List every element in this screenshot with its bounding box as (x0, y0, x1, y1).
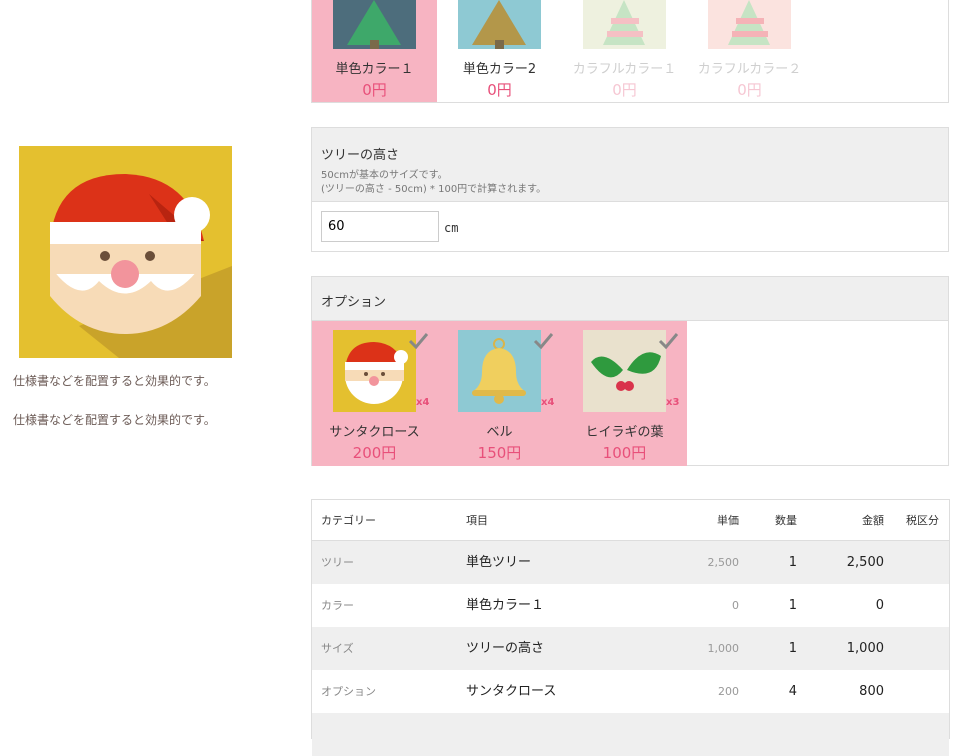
cell-category: カラー (321, 599, 354, 612)
options-section: オプション x4 サンタクロース 200円 x4 ベル 150円 x3 ヒイラギ… (311, 276, 949, 466)
tree-icon (583, 0, 666, 49)
cell-category: サイズ (321, 642, 354, 655)
check-icon (533, 333, 553, 350)
tree-height-desc-line: 50cmが基本のサイズです。 (321, 170, 448, 181)
color-option-label: 単色カラー１ (335, 62, 414, 77)
holly-icon (583, 330, 666, 412)
tree-height-input[interactable] (321, 211, 439, 242)
cell-item: サンタクロース (466, 684, 557, 699)
option-quantity: x3 (666, 397, 680, 408)
tree-height-header: ツリーの高さ 50cmが基本のサイズです。 (ツリーの高さ - 50cm) * … (312, 128, 948, 202)
cell-unit-price: 0 (732, 599, 739, 612)
cell-unit-price: 2,500 (707, 556, 740, 569)
option-price: 150円 (477, 444, 522, 462)
tree-icon (333, 0, 416, 49)
table-header-row: カテゴリー 項目 単価 数量 金額 税区分 (312, 500, 949, 541)
column-header-quantity: 数量 (775, 514, 797, 527)
cell-quantity: 1 (788, 598, 797, 613)
option-label: ヒイラギの葉 (585, 425, 664, 440)
cell-item: 単色ツリー (466, 555, 532, 570)
table-row: ツリー 単色ツリー 2,500 1 2,500 (312, 541, 949, 584)
cell-amount: 1,000 (846, 641, 884, 656)
tree-height-section: ツリーの高さ 50cmが基本のサイズです。 (ツリーの高さ - 50cm) * … (311, 127, 949, 252)
column-header-unit-price: 単価 (717, 514, 739, 527)
table-row: カラー 単色カラー１ 0 1 0 (312, 584, 949, 627)
santa-icon (333, 330, 416, 412)
color-option-colorful-1[interactable]: カラフルカラー１ 0円 (562, 0, 687, 102)
table-row: サイズ ツリーの高さ 1,000 1 1,000 (312, 627, 949, 670)
option-label: ベル (486, 425, 513, 440)
cell-item: 単色カラー１ (466, 598, 545, 613)
tree-height-desc-line: (ツリーの高さ - 50cm) * 100円で計算されます。 (321, 184, 547, 195)
color-option-solid-2[interactable]: 単色カラー2 0円 (437, 0, 562, 102)
tree-height-title: ツリーの高さ (321, 148, 400, 163)
check-icon (408, 333, 428, 350)
color-option-price: 0円 (612, 81, 637, 99)
tree-icon (708, 0, 791, 49)
cell-unit-price: 200 (718, 685, 739, 698)
option-santa[interactable]: x4 サンタクロース 200円 (312, 321, 437, 466)
column-header-amount: 金額 (862, 514, 884, 527)
option-label: サンタクロース (329, 425, 420, 440)
cell-quantity: 4 (788, 684, 797, 699)
color-option-price: 0円 (362, 81, 387, 99)
cell-item: ツリーの高さ (466, 641, 545, 656)
estimate-table: カテゴリー 項目 単価 数量 金額 税区分 ツリー 単色ツリー 2,500 1 … (311, 499, 950, 756)
cell-amount: 2,500 (846, 555, 884, 570)
cell-unit-price: 1,000 (707, 642, 740, 655)
color-option-price: 0円 (487, 81, 512, 99)
color-option-label: 単色カラー2 (462, 62, 537, 77)
option-bell[interactable]: x4 ベル 150円 (437, 321, 562, 466)
color-option-label: カラフルカラー１ (572, 62, 677, 77)
product-image-santa (19, 146, 232, 358)
cell-category: ツリー (321, 556, 354, 569)
color-option-label: カラフルカラー２ (697, 62, 802, 77)
cell-amount: 0 (875, 598, 884, 613)
option-price: 100円 (602, 444, 647, 462)
spec-note: 仕様書などを配置すると効果的です。 (13, 374, 216, 388)
column-header-item: 項目 (466, 514, 488, 527)
cell-quantity: 1 (788, 555, 797, 570)
color-selection: 単色カラー１ 0円 単色カラー2 0円 カラフルカラー１ 0円 カラフルカラー２… (311, 0, 949, 103)
options-title: オプション (312, 277, 948, 321)
check-icon (658, 333, 678, 350)
color-option-price: 0円 (737, 81, 762, 99)
color-option-colorful-2[interactable]: カラフルカラー２ 0円 (687, 0, 812, 102)
tree-icon (458, 0, 541, 49)
option-quantity: x4 (416, 397, 430, 408)
spec-note: 仕様書などを配置すると効果的です。 (13, 413, 216, 427)
column-header-category: カテゴリー (321, 514, 376, 527)
cell-category: オプション (321, 685, 376, 698)
option-price: 200円 (352, 444, 397, 462)
santa-icon (50, 174, 232, 358)
tree-height-unit: cm (444, 221, 459, 235)
cell-quantity: 1 (788, 641, 797, 656)
tree-height-description: 50cmが基本のサイズです。 (ツリーの高さ - 50cm) * 100円で計算… (321, 169, 939, 197)
color-option-solid-1[interactable]: 単色カラー１ 0円 (312, 0, 437, 102)
column-header-tax: 税区分 (906, 514, 939, 527)
option-quantity: x4 (541, 397, 555, 408)
bell-icon (458, 330, 541, 412)
option-holly[interactable]: x3 ヒイラギの葉 100円 (562, 321, 687, 466)
cell-amount: 800 (859, 684, 884, 699)
table-row: オプション サンタクロース 200 4 800 (312, 670, 949, 713)
table-row (312, 713, 949, 756)
